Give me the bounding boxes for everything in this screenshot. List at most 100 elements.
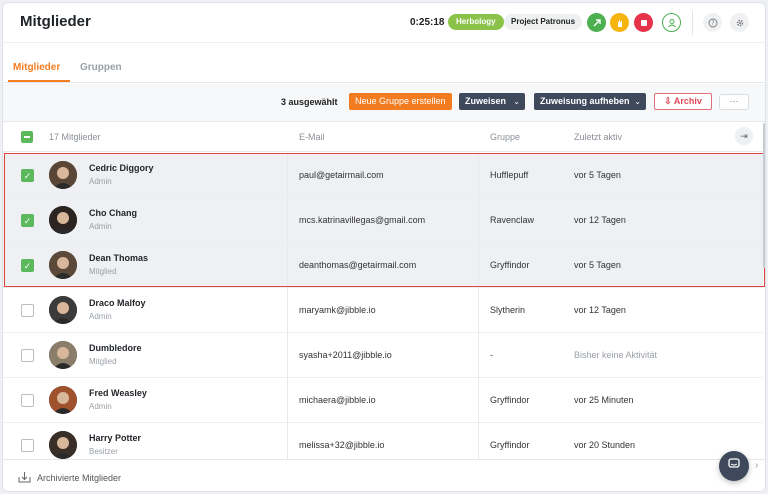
member-email: maryamk@jibble.io [299, 305, 376, 315]
chat-support-button[interactable] [719, 451, 749, 481]
activity-pill[interactable]: Herbology [448, 14, 504, 30]
column-divider [478, 378, 479, 422]
settings-icon[interactable] [730, 13, 749, 32]
assign-dropdown[interactable]: Zuweisen ⌄ [459, 93, 525, 110]
row-checkbox[interactable] [21, 394, 34, 407]
row-checkbox[interactable]: ✓ [21, 214, 34, 227]
avatar [49, 296, 77, 324]
row-checkbox[interactable] [21, 304, 34, 317]
member-role: Mitglied [89, 267, 117, 276]
member-name[interactable]: Fred Weasley [89, 388, 147, 398]
table-row[interactable]: Draco Malfoy Admin maryamk@jibble.io Slythe… [3, 288, 763, 333]
member-email: syasha+2011@jibble.io [299, 350, 392, 360]
member-role: Besitzer [89, 447, 118, 456]
column-divider [287, 288, 288, 332]
member-last-active: vor 12 Tagen [574, 215, 626, 225]
page-title: Mitglieder [20, 13, 91, 30]
member-last-active: vor 20 Stunden [574, 440, 636, 450]
table-row[interactable]: ✓ Cho Chang Admin mcs.katrinavillegas@gmail… [3, 198, 763, 243]
col-group-header[interactable]: Gruppe [490, 132, 520, 142]
archive-icon: ⇩ [664, 96, 672, 106]
create-group-button[interactable]: Neue Gruppe erstellen [349, 93, 452, 110]
select-all-checkbox[interactable] [21, 131, 33, 143]
table-row[interactable]: ✓ Cedric Diggory Admin paul@getairmail.com H… [3, 153, 763, 198]
table-row[interactable]: ✓ Dean Thomas Mitglied deanthomas@getairmai… [3, 243, 763, 288]
tab-mitglieder[interactable]: Mitglieder [13, 62, 60, 73]
chevron-down-icon: ⌄ [513, 97, 520, 106]
archive-label: Archiv [673, 96, 702, 106]
member-group: Gryffindor [490, 395, 530, 405]
column-divider [287, 333, 288, 377]
avatar [49, 161, 77, 189]
row-checkbox[interactable]: ✓ [21, 259, 34, 272]
avatar [49, 341, 77, 369]
clock-in-icon[interactable] [587, 13, 606, 32]
member-last-active: vor 5 Tagen [574, 260, 621, 270]
member-last-active: Bisher keine Aktivität [574, 350, 658, 360]
member-name[interactable]: Dumbledore [89, 343, 142, 353]
active-tab-indicator [8, 80, 70, 82]
export-icon[interactable]: ⇥ [735, 127, 753, 145]
user-status-icon[interactable] [662, 13, 681, 32]
col-members-header: 17 Mitglieder [49, 132, 101, 142]
member-last-active: vor 25 Minuten [574, 395, 634, 405]
more-actions-button[interactable]: ··· [719, 94, 749, 110]
table-row[interactable]: Dumbledore Mitglied syasha+2011@jibble.io -… [3, 333, 763, 378]
column-divider [478, 333, 479, 377]
member-group: Ravenclaw [490, 215, 535, 225]
svg-text:?: ? [711, 20, 714, 27]
footer: Archivierte Mitglieder [3, 459, 765, 491]
stop-icon[interactable] [634, 13, 653, 32]
archived-members-link[interactable]: Archivierte Mitglieder [37, 473, 121, 483]
table-row[interactable]: Fred Weasley Admin michaera@jibble.io Gryff… [3, 378, 763, 423]
member-email: michaera@jibble.io [299, 395, 376, 405]
member-role: Admin [89, 402, 112, 411]
member-name[interactable]: Dean Thomas [89, 253, 148, 263]
selected-count: 3 ausgewählt [281, 97, 338, 107]
help-icon[interactable]: ? [703, 13, 722, 32]
bulk-action-toolbar: 3 ausgewählt Neue Gruppe erstellen Zuwei… [3, 84, 765, 122]
header-divider [692, 11, 693, 35]
member-email: deanthomas@getairmail.com [299, 260, 417, 270]
app-window: Mitglieder 0:25:18 Herbology Project Pat… [2, 2, 766, 492]
archive-button[interactable]: ⇩ Archiv [654, 93, 712, 110]
avatar [49, 386, 77, 414]
project-pill[interactable]: Project Patronus [504, 14, 583, 30]
member-role: Admin [89, 222, 112, 231]
member-group: Gryffindor [490, 440, 530, 450]
member-email: paul@getairmail.com [299, 170, 384, 180]
avatar [49, 431, 77, 459]
minus-icon [24, 136, 30, 138]
col-last-active-header[interactable]: Zuletzt aktiv [574, 132, 622, 142]
hand-icon[interactable] [610, 13, 629, 32]
chevron-down-icon: ⌄ [634, 97, 641, 106]
column-divider [287, 153, 288, 197]
archive-tray-icon[interactable] [18, 471, 31, 486]
member-role: Admin [89, 312, 112, 321]
scrollbar[interactable] [763, 123, 765, 268]
column-divider [478, 153, 479, 197]
member-role: Mitglied [89, 357, 117, 366]
row-checkbox[interactable]: ✓ [21, 169, 34, 182]
member-name[interactable]: Harry Potter [89, 433, 141, 443]
column-divider [287, 378, 288, 422]
tab-gruppen[interactable]: Gruppen [80, 62, 122, 73]
member-email: mcs.katrinavillegas@gmail.com [299, 215, 426, 225]
unassign-label: Zuweisung aufheben [540, 96, 630, 106]
column-divider [287, 198, 288, 242]
row-checkbox[interactable] [21, 349, 34, 362]
row-checkbox[interactable] [21, 439, 34, 452]
member-name[interactable]: Cedric Diggory [89, 163, 154, 173]
col-email-header[interactable]: E-Mail [299, 132, 325, 142]
chevron-right-icon[interactable]: › [755, 460, 758, 471]
member-last-active: vor 5 Tagen [574, 170, 621, 180]
member-group: Slytherin [490, 305, 526, 315]
member-name[interactable]: Cho Chang [89, 208, 137, 218]
table-header: 17 Mitglieder E-Mail Gruppe Zuletzt akti… [3, 123, 765, 152]
member-group: - [490, 350, 493, 360]
member-role: Admin [89, 177, 112, 186]
top-header: Mitglieder 0:25:18 Herbology Project Pat… [3, 3, 765, 43]
member-name[interactable]: Draco Malfoy [89, 298, 146, 308]
unassign-dropdown[interactable]: Zuweisung aufheben ⌄ [534, 93, 646, 110]
assign-label: Zuweisen [465, 96, 507, 106]
